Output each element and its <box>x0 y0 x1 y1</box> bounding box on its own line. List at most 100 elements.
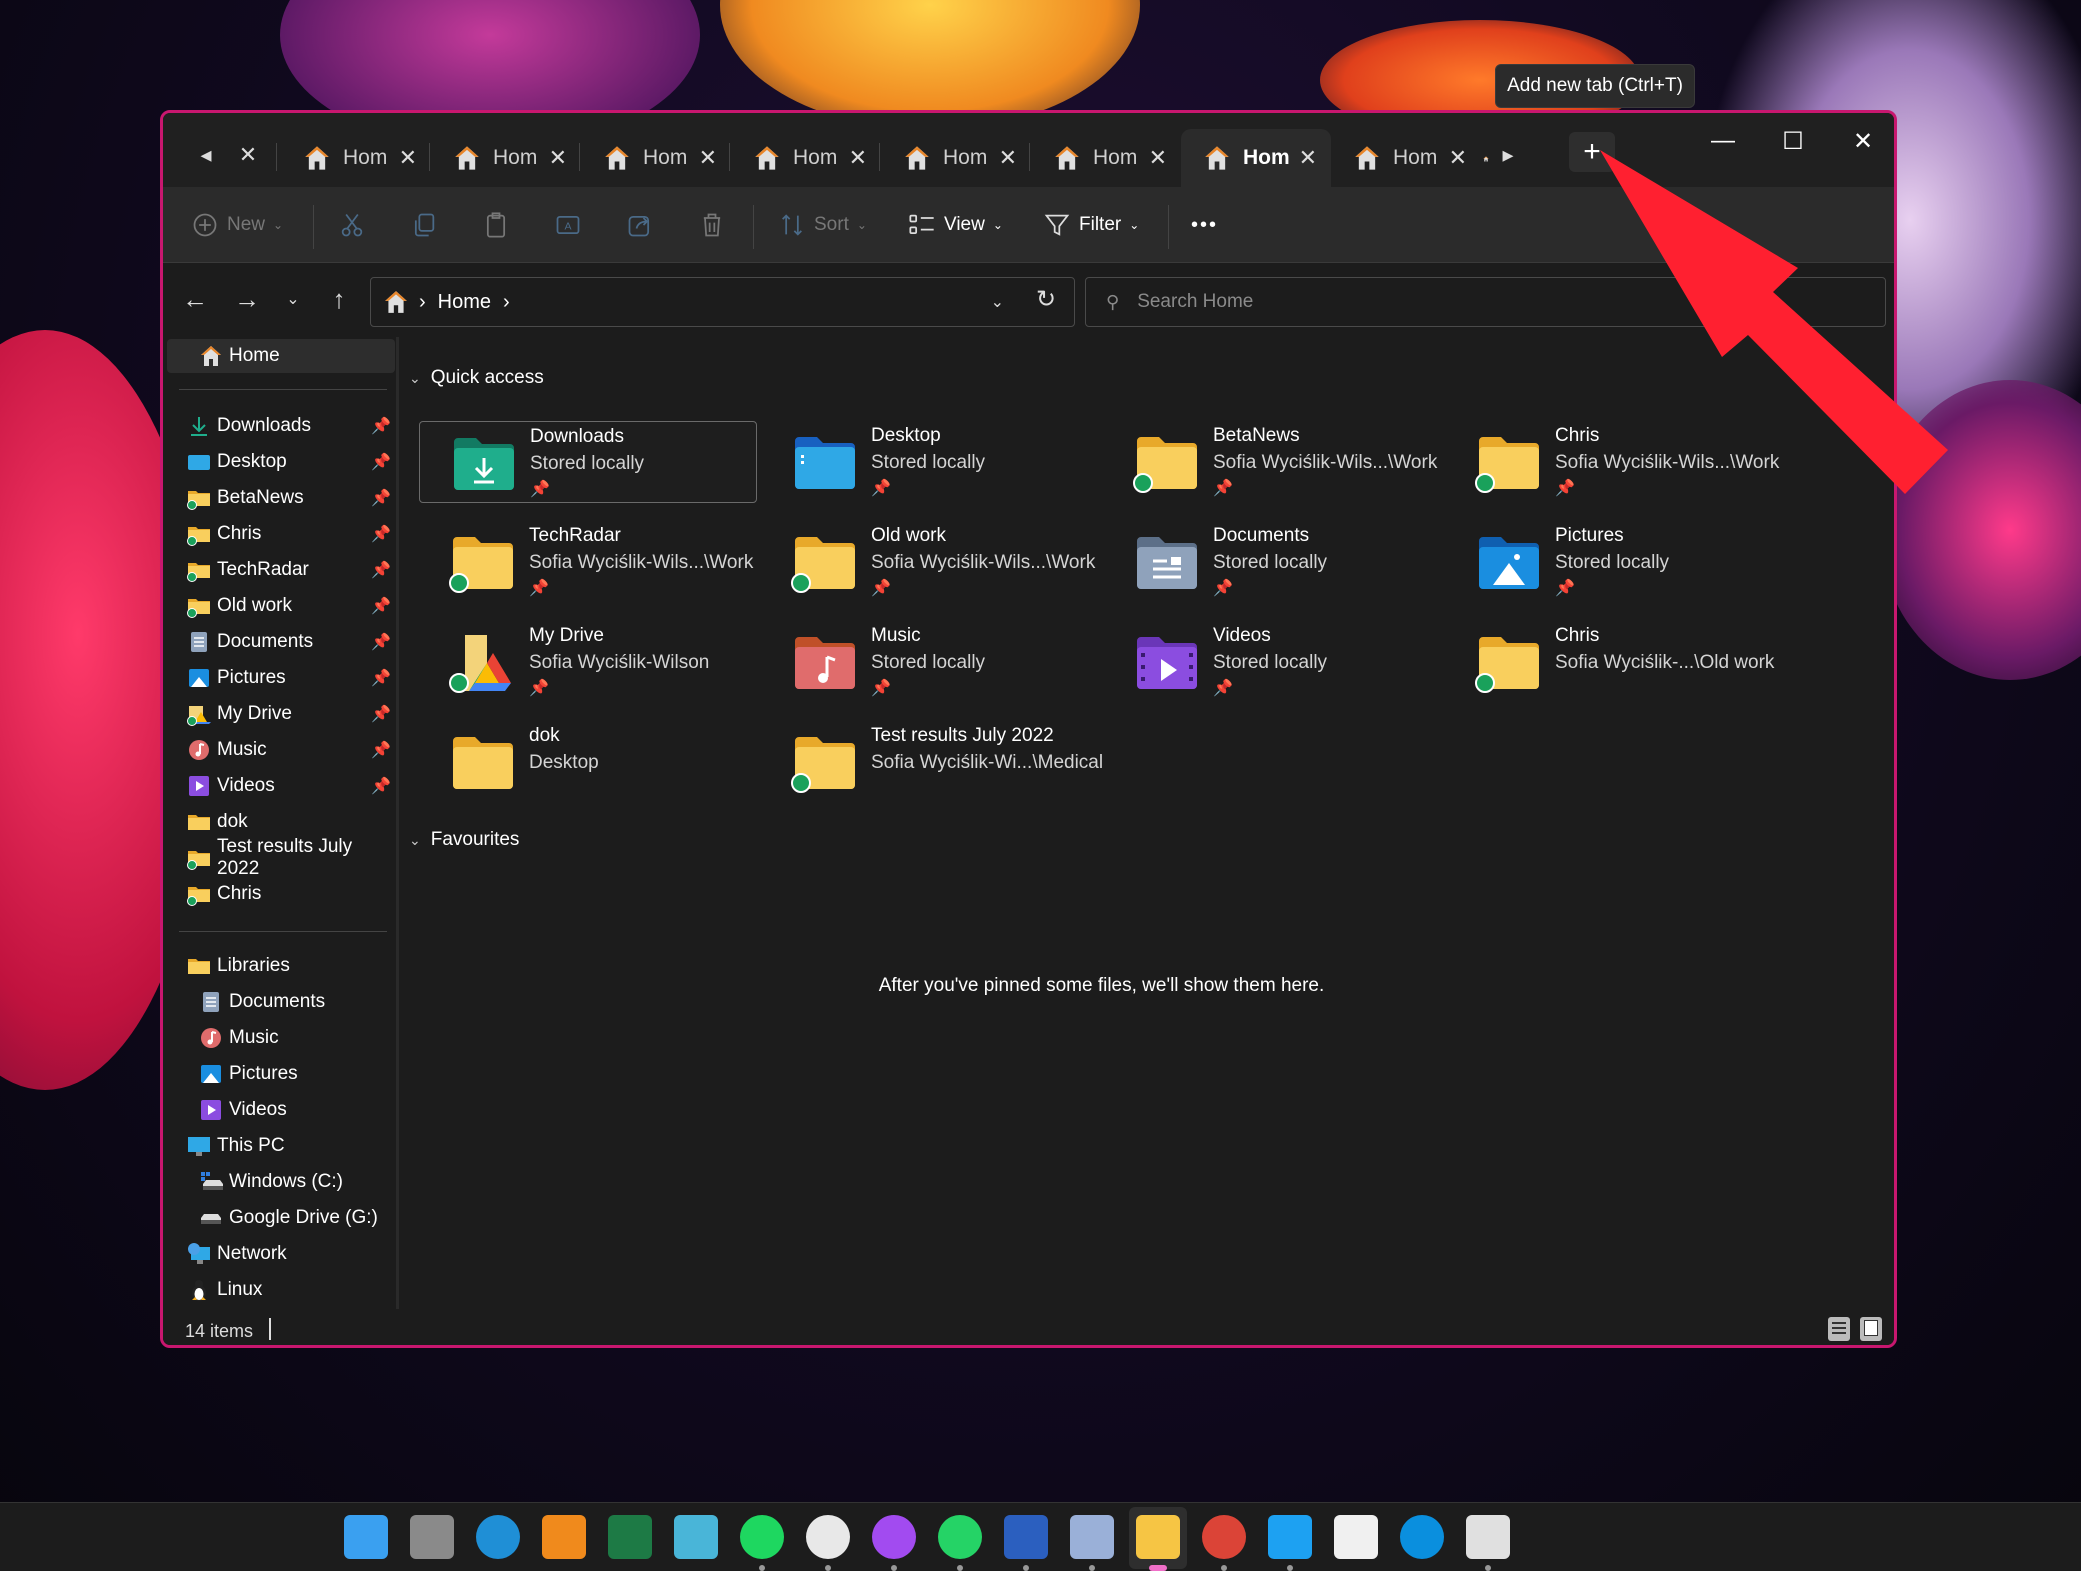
taskbar-start-icon[interactable] <box>344 1515 388 1559</box>
quick-access-item[interactable]: Music Stored locally 📌 <box>761 621 1099 703</box>
taskbar-file-explorer-icon[interactable] <box>1136 1515 1180 1559</box>
taskbar-slack-icon[interactable] <box>806 1515 850 1559</box>
close-tab-icon[interactable]: ✕ <box>1149 145 1167 171</box>
taskbar-paint-icon[interactable] <box>1070 1515 1114 1559</box>
sidebar-tree-item[interactable]: Linux <box>163 1273 399 1307</box>
quick-access-item[interactable]: My Drive Sofia Wyciślik-Wilson 📌 <box>419 621 757 703</box>
sidebar-item[interactable]: Pictures 📌 <box>163 661 399 695</box>
sidebar-item[interactable]: Chris 📌 <box>163 517 399 551</box>
taskbar-messenger-icon[interactable] <box>872 1515 916 1559</box>
sidebar-tree-item[interactable]: Libraries <box>163 949 399 983</box>
add-new-tab-button[interactable]: + <box>1569 132 1615 172</box>
tab-home[interactable]: Hom ✕ <box>1181 129 1331 187</box>
recent-locations-button[interactable]: ⌄ <box>275 281 311 317</box>
tab-home[interactable]: Hom ✕ <box>1031 129 1181 187</box>
address-history-dropdown[interactable]: ⌄ <box>991 292 1004 312</box>
taskbar-twitter-icon[interactable] <box>1268 1515 1312 1559</box>
more-options-button[interactable]: ••• <box>1191 203 1218 247</box>
delete-button[interactable] <box>698 203 726 247</box>
quick-access-item[interactable]: Videos Stored locally 📌 <box>1103 621 1441 703</box>
taskbar-edge-icon[interactable] <box>476 1515 520 1559</box>
taskbar-skype-icon[interactable] <box>1400 1515 1444 1559</box>
filter-button[interactable]: Filter ⌄ <box>1043 203 1139 247</box>
quick-access-item[interactable]: Downloads Stored locally 📌 <box>419 421 757 503</box>
sort-button[interactable]: Sort ⌄ <box>778 203 867 247</box>
tab-home[interactable]: Hom ✕ <box>881 129 1031 187</box>
close-tab-icon[interactable]: ✕ <box>1449 145 1467 171</box>
scroll-tabs-left-button[interactable]: ◂ <box>191 135 221 175</box>
sidebar-item[interactable]: Videos 📌 <box>163 769 399 803</box>
taskbar-azure-data-icon[interactable] <box>674 1515 718 1559</box>
sidebar-item[interactable]: BetaNews 📌 <box>163 481 399 515</box>
search-input[interactable]: ⚲ Search Home <box>1085 277 1886 327</box>
close-tab-icon[interactable]: ✕ <box>399 145 417 171</box>
details-view-button[interactable] <box>1828 1317 1850 1341</box>
close-tab-icon[interactable]: ✕ <box>699 145 717 171</box>
sidebar-item[interactable]: Downloads 📌 <box>163 409 399 443</box>
tab-home[interactable]: Hom ✕ <box>1331 129 1481 187</box>
sidebar-tree-item[interactable]: Documents <box>163 985 399 1019</box>
quick-access-item[interactable]: Documents Stored locally 📌 <box>1103 521 1441 603</box>
close-tab-icon[interactable]: ✕ <box>1299 145 1317 171</box>
sidebar-tree-item[interactable]: Network <box>163 1237 399 1271</box>
sidebar-item-home[interactable]: Home <box>167 339 395 373</box>
quick-access-item[interactable]: Old work Sofia Wyciślik-Wils...\Work 📌 <box>761 521 1099 603</box>
rename-button[interactable]: A <box>554 203 582 247</box>
quick-access-item[interactable]: Desktop Stored locally 📌 <box>761 421 1099 503</box>
taskbar-snipping-tool-icon[interactable] <box>1466 1515 1510 1559</box>
sidebar-tree-item[interactable]: Pictures <box>163 1057 399 1091</box>
new-button[interactable]: New ⌄ <box>191 203 283 247</box>
paste-button[interactable] <box>482 203 510 247</box>
share-button[interactable] <box>626 203 654 247</box>
sidebar-tree-item[interactable]: Music <box>163 1021 399 1055</box>
tab-home[interactable]: Hom ✕ <box>731 129 881 187</box>
quick-access-item[interactable]: TechRadar Sofia Wyciślik-Wils...\Work 📌 <box>419 521 757 603</box>
sidebar-item[interactable]: dok <box>163 805 399 839</box>
refresh-button[interactable]: ↻ <box>1028 281 1064 317</box>
taskbar-word-icon[interactable] <box>1004 1515 1048 1559</box>
sidebar-item[interactable]: Documents 📌 <box>163 625 399 659</box>
quick-access-item[interactable]: Pictures Stored locally 📌 <box>1445 521 1783 603</box>
sidebar-item[interactable]: Old work 📌 <box>163 589 399 623</box>
taskbar-vlc-icon[interactable] <box>542 1515 586 1559</box>
minimize-button[interactable]: — <box>1688 119 1758 163</box>
tab-home[interactable]: Hom ✕ <box>281 129 431 187</box>
sidebar-tree-item[interactable]: This PC <box>163 1129 399 1163</box>
tab-home[interactable]: Hom ✕ <box>431 129 581 187</box>
quick-access-header[interactable]: ⌄ Quick access <box>409 367 544 389</box>
close-tab-button[interactable]: ✕ <box>233 135 263 175</box>
sidebar-tree-item[interactable]: Windows (C:) <box>163 1165 399 1199</box>
tiles-view-button[interactable] <box>1860 1317 1882 1341</box>
scroll-tabs-right-button[interactable]: ▸ <box>1493 135 1523 175</box>
quick-access-item[interactable]: Test results July 2022 Sofia Wyciślik-Wi.… <box>761 721 1103 803</box>
taskbar-excel-icon[interactable] <box>608 1515 652 1559</box>
breadcrumb-home[interactable]: Home <box>438 291 491 314</box>
tab-home[interactable]: Hom ✕ <box>581 129 731 187</box>
sidebar-item[interactable]: Chris <box>163 877 399 911</box>
taskbar-whatsapp-icon[interactable] <box>938 1515 982 1559</box>
close-tab-icon[interactable]: ✕ <box>849 145 867 171</box>
quick-access-item[interactable]: dok Desktop <box>419 721 757 803</box>
taskbar-chrome-icon[interactable] <box>1202 1515 1246 1559</box>
quick-access-item[interactable]: BetaNews Sofia Wyciślik-Wils...\Work 📌 <box>1103 421 1441 503</box>
view-button[interactable]: View ⌄ <box>908 203 1003 247</box>
sidebar-item[interactable]: Desktop 📌 <box>163 445 399 479</box>
favourites-header[interactable]: ⌄ Favourites <box>409 829 519 851</box>
address-bar[interactable]: › Home › ⌄ <box>370 277 1075 327</box>
maximize-button[interactable]: ☐ <box>1758 119 1828 163</box>
sidebar-item[interactable]: My Drive 📌 <box>163 697 399 731</box>
copy-button[interactable] <box>410 203 438 247</box>
close-tab-icon[interactable]: ✕ <box>999 145 1017 171</box>
quick-access-item[interactable]: Chris Sofia Wyciślik-...\Old work <box>1445 621 1783 703</box>
forward-button[interactable]: → <box>229 281 265 317</box>
sidebar-tree-item[interactable]: Google Drive (G:) <box>163 1201 399 1235</box>
close-tab-icon[interactable]: ✕ <box>549 145 567 171</box>
back-button[interactable]: ← <box>177 281 213 317</box>
taskbar-settings-icon[interactable] <box>410 1515 454 1559</box>
cut-button[interactable] <box>338 203 366 247</box>
sidebar-tree-item[interactable]: Videos <box>163 1093 399 1127</box>
taskbar-spotify-icon[interactable] <box>740 1515 784 1559</box>
quick-access-item[interactable]: Chris Sofia Wyciślik-Wils...\Work 📌 <box>1445 421 1783 503</box>
sidebar-item[interactable]: Music 📌 <box>163 733 399 767</box>
sidebar-item[interactable]: TechRadar 📌 <box>163 553 399 587</box>
